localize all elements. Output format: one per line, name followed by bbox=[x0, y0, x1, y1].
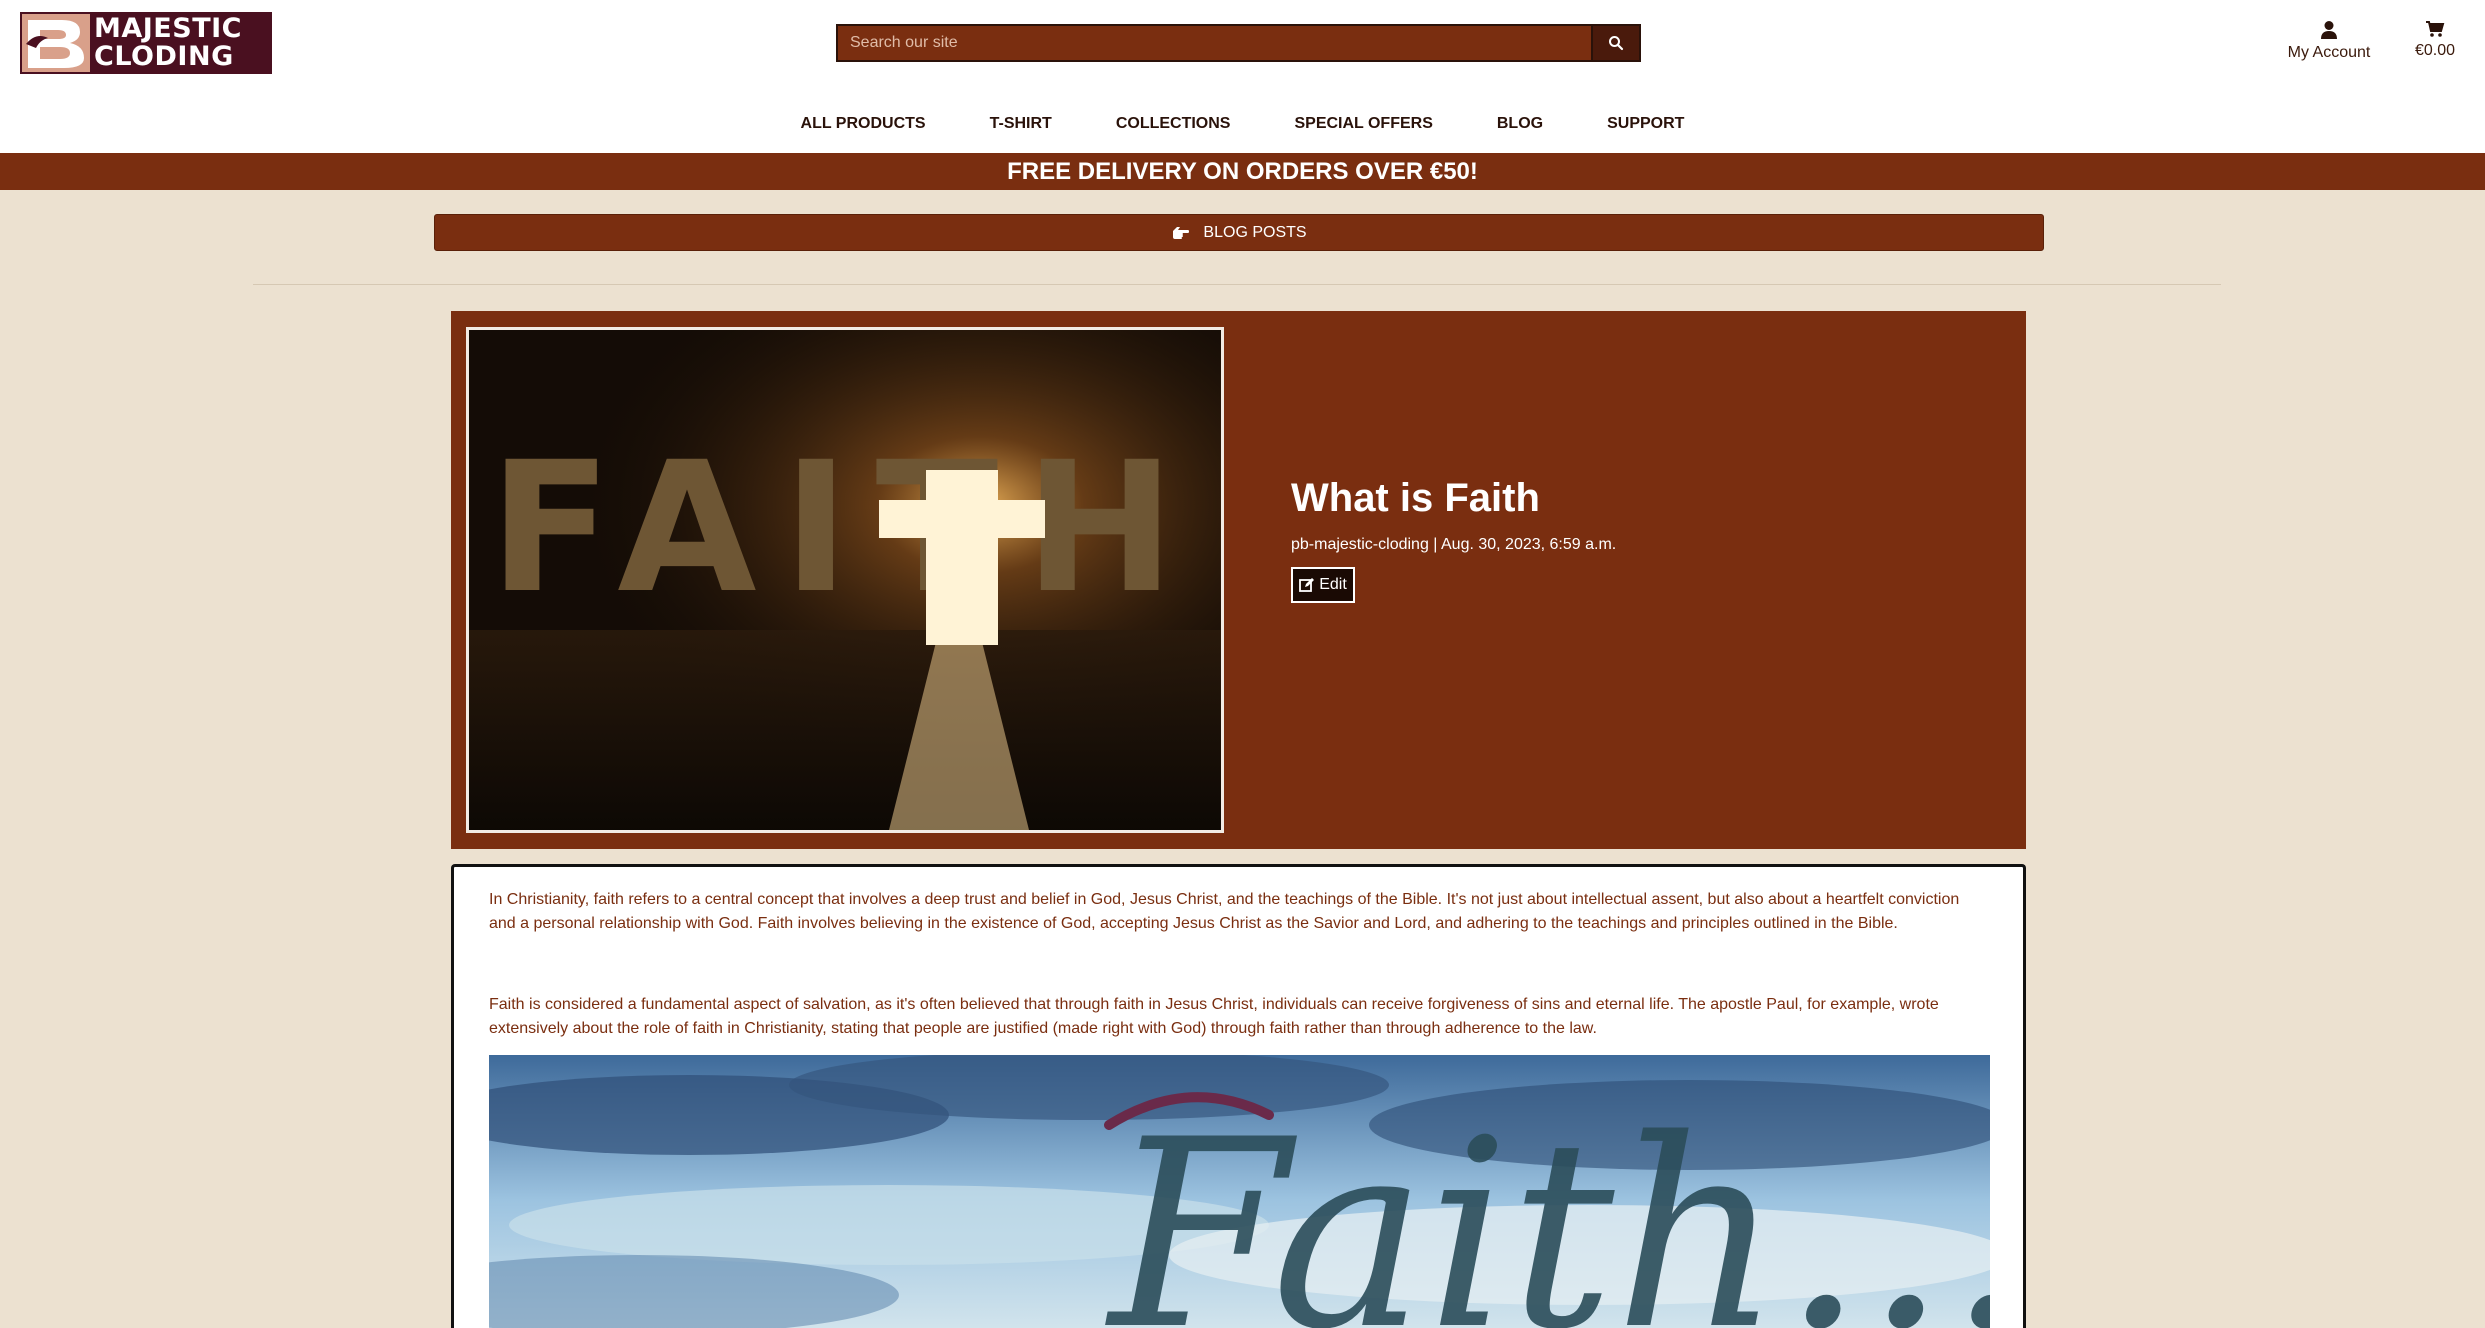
nav-item-blog[interactable]: BLOG bbox=[1465, 112, 1575, 136]
post-content: In Christianity, faith refers to a centr… bbox=[451, 864, 2026, 1328]
my-account-label: My Account bbox=[2287, 44, 2371, 61]
cart-link[interactable]: €0.00 bbox=[2405, 18, 2465, 68]
logo-line-2: CLODING bbox=[94, 41, 234, 72]
content-image-text: Faith... bbox=[1105, 1085, 1990, 1328]
nav-item-collections[interactable]: COLLECTIONS bbox=[1084, 112, 1263, 136]
hero-image-text: FAITH bbox=[489, 424, 1209, 633]
nav-item-special-offers[interactable]: SPECIAL OFFERS bbox=[1262, 112, 1464, 136]
edit-label: Edit bbox=[1319, 576, 1347, 593]
divider bbox=[253, 284, 2221, 285]
logo-line-1: MAJESTIC bbox=[94, 13, 242, 44]
nav-item-support[interactable]: SUPPORT bbox=[1575, 112, 1716, 136]
logo-mark-icon bbox=[22, 14, 90, 72]
post-meta: pb-majestic-cloding | Aug. 30, 2023, 6:5… bbox=[1291, 536, 1617, 553]
blog-posts-label: BLOG POSTS bbox=[1203, 223, 1307, 241]
post-paragraph: Faith is considered a fundamental aspect… bbox=[489, 996, 1939, 1037]
edit-post-button[interactable]: Edit bbox=[1291, 567, 1355, 603]
post-hero: FAITH What is Faith pb-majestic-cloding … bbox=[451, 311, 2026, 849]
post-title: What is Faith bbox=[1291, 476, 1540, 520]
pointing-hand-icon bbox=[1173, 226, 1190, 239]
main-nav: ALL PRODUCTS T-SHIRT COLLECTIONS SPECIAL… bbox=[0, 112, 2485, 136]
post-content-image: Faith... bbox=[489, 1055, 1990, 1328]
nav-item-all-products[interactable]: ALL PRODUCTS bbox=[769, 112, 958, 136]
nav-item-t-shirt[interactable]: T-SHIRT bbox=[958, 112, 1084, 136]
user-icon bbox=[2321, 21, 2337, 39]
logo-wordmark: MAJESTIC CLODING bbox=[90, 14, 270, 72]
post-paragraph: In Christianity, faith refers to a centr… bbox=[489, 891, 1960, 932]
blog-posts-button[interactable]: BLOG POSTS bbox=[434, 214, 2044, 251]
search-form bbox=[836, 24, 1641, 62]
my-account-link[interactable]: My Account bbox=[2282, 18, 2376, 68]
edit-icon bbox=[1299, 578, 1315, 592]
shopping-cart-icon bbox=[2426, 21, 2445, 37]
site-logo[interactable]: MAJESTIC CLODING bbox=[20, 12, 272, 74]
search-button[interactable] bbox=[1591, 26, 1639, 60]
search-input[interactable] bbox=[838, 26, 1591, 60]
cart-total: €0.00 bbox=[2414, 42, 2456, 59]
search-icon bbox=[1609, 36, 1624, 51]
free-delivery-banner: FREE DELIVERY ON ORDERS OVER €50! bbox=[0, 153, 2485, 190]
site-header: MAJESTIC CLODING My Account €0.00 ALL PR… bbox=[0, 0, 2485, 153]
post-hero-image: FAITH bbox=[466, 327, 1224, 833]
